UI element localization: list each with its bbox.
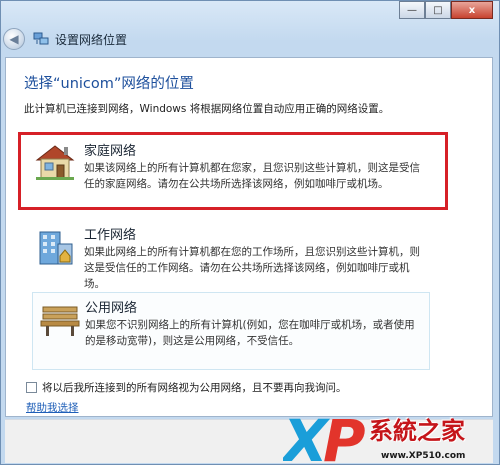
- minimize-button[interactable]: —: [399, 1, 425, 19]
- option-public-network[interactable]: 公用网络 如果您不识别网络上的所有计算机(例如，您在咖啡厅或机场，或者使用的是移…: [32, 292, 430, 370]
- option-work-title: 工作网络: [84, 228, 137, 243]
- option-home-title: 家庭网络: [84, 144, 137, 159]
- back-button[interactable]: ◀: [3, 28, 25, 50]
- watermark-p: P: [323, 409, 366, 465]
- help-me-choose-link[interactable]: 帮助我选择: [26, 400, 79, 415]
- watermark-site-name: 系統之家: [369, 417, 465, 445]
- window-title: 设置网络位置: [55, 32, 128, 47]
- close-button[interactable]: x: [451, 1, 493, 19]
- back-arrow-icon: ◀: [9, 32, 19, 46]
- network-icon: [33, 32, 49, 45]
- watermark-url: www.XP510.com: [381, 451, 466, 461]
- maximize-button[interactable]: □: [425, 1, 451, 19]
- option-public-title: 公用网络: [85, 301, 138, 316]
- page-title: 选择“unicom”网络的位置: [24, 76, 194, 92]
- window-controls: — □ x: [399, 1, 493, 19]
- maximize-icon: □: [433, 4, 443, 16]
- public-default-checkbox-row[interactable]: 将以后我所连接到的所有网络视为公用网络，且不要再向我询问。: [26, 380, 347, 395]
- content-panel: 选择“unicom”网络的位置 此计算机已连接到网络，Windows 将根据网络…: [5, 57, 493, 417]
- park-bench-icon: [40, 306, 80, 336]
- option-public-description: 如果您不识别网络上的所有计算机(例如，您在咖啡厅或机场，或者使用的是移动宽带)，…: [85, 319, 415, 347]
- close-icon: x: [468, 4, 476, 16]
- option-home-network[interactable]: 家庭网络 如果该网络上的所有计算机都在您家，且您识别这些计算机，则这是受信任的家…: [28, 136, 438, 206]
- dialog-window: — □ x ◀ 设置网络位置 选择“unicom”网络的位置 此计算机已连接到网…: [0, 0, 500, 465]
- option-work-description: 如果此网络上的所有计算机都在您的工作场所，且您识别这些计算机，则这是受信任的工作…: [84, 246, 420, 290]
- option-work-network[interactable]: 工作网络 如果此网络上的所有计算机都在您的工作场所，且您识别这些计算机，则这是受…: [28, 220, 438, 290]
- title-row: ◀ 设置网络位置: [1, 23, 499, 55]
- public-default-checkbox-label: 将以后我所连接到的所有网络视为公用网络，且不要再向我询问。: [42, 382, 347, 394]
- option-home-description: 如果该网络上的所有计算机都在您家，且您识别这些计算机，则这是受信任的家庭网络。请…: [84, 162, 420, 190]
- public-default-checkbox[interactable]: [26, 382, 37, 393]
- minimize-icon: —: [407, 4, 417, 16]
- office-building-icon: [39, 231, 73, 265]
- house-icon: [35, 145, 75, 180]
- page-description: 此计算机已连接到网络，Windows 将根据网络位置自动应用正确的网络设置。: [24, 103, 390, 115]
